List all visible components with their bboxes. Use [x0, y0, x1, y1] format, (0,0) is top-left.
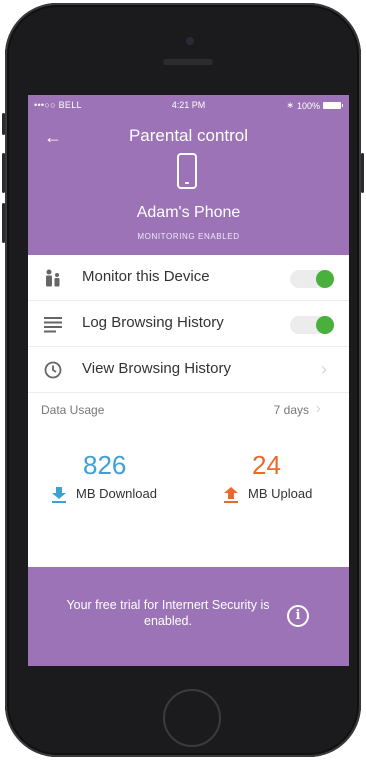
bluetooth-icon: ∗: [286, 100, 294, 110]
earpiece-speaker: [163, 59, 213, 65]
download-arrow-icon: [52, 486, 66, 503]
front-camera: [186, 37, 194, 45]
download-value: 826: [83, 450, 127, 480]
monitor-device-label: Monitor this Device: [82, 268, 210, 285]
log-history-toggle[interactable]: [290, 316, 334, 334]
trial-banner: Your free trial for Internert Security i…: [28, 567, 349, 666]
volume-down-button: [2, 203, 5, 243]
list-icon: [44, 317, 62, 333]
download-label: MB Download: [76, 486, 157, 501]
view-history-label: View Browsing History: [82, 360, 231, 377]
download-stat: 826 MB Download: [52, 450, 157, 503]
battery-percent: 100%: [296, 100, 320, 111]
toggle-knob: [316, 270, 334, 288]
smartphone-icon: [177, 153, 197, 189]
data-usage-label: Data Usage: [41, 403, 105, 417]
device-name: Adam's Phone: [136, 204, 241, 221]
log-history-row: Log Browsing History: [28, 301, 349, 347]
battery-status: ∗ 100%: [286, 100, 343, 111]
trial-message: Your free trial for Internert Security i…: [66, 598, 270, 628]
monitoring-status: MONITORING ENABLED: [137, 232, 240, 241]
chevron-right-icon: ›: [321, 359, 327, 379]
power-button: [361, 153, 364, 193]
header: •••○○ BELL 4:21 PM ∗ 100% ← Parental con…: [28, 95, 349, 255]
usage-period-selector[interactable]: 7 days: [274, 403, 309, 417]
home-button[interactable]: [163, 689, 221, 747]
upload-value: 24: [252, 450, 281, 480]
upload-stat: 24 MB Upload: [224, 450, 313, 503]
app-screen: •••○○ BELL 4:21 PM ∗ 100% ← Parental con…: [28, 95, 349, 666]
view-history-row[interactable]: View Browsing History ›: [28, 347, 349, 393]
info-icon[interactable]: i: [287, 605, 309, 627]
volume-up-button: [2, 153, 5, 193]
monitor-device-row: Monitor this Device: [28, 255, 349, 301]
chevron-right-icon: ›: [315, 400, 321, 417]
data-usage-header: Data Usage 7 days ›: [28, 393, 349, 429]
upload-label: MB Upload: [248, 486, 313, 501]
toggle-knob: [316, 316, 334, 334]
battery-icon: [323, 102, 343, 109]
log-history-label: Log Browsing History: [82, 314, 224, 331]
status-bar: •••○○ BELL 4:21 PM ∗ 100%: [28, 95, 349, 115]
page-title: Parental control: [128, 126, 249, 145]
monitor-device-toggle[interactable]: [290, 270, 334, 288]
family-icon: [46, 269, 60, 287]
clock-icon: [44, 361, 62, 379]
mute-switch: [2, 113, 5, 135]
upload-arrow-icon: [224, 486, 238, 503]
